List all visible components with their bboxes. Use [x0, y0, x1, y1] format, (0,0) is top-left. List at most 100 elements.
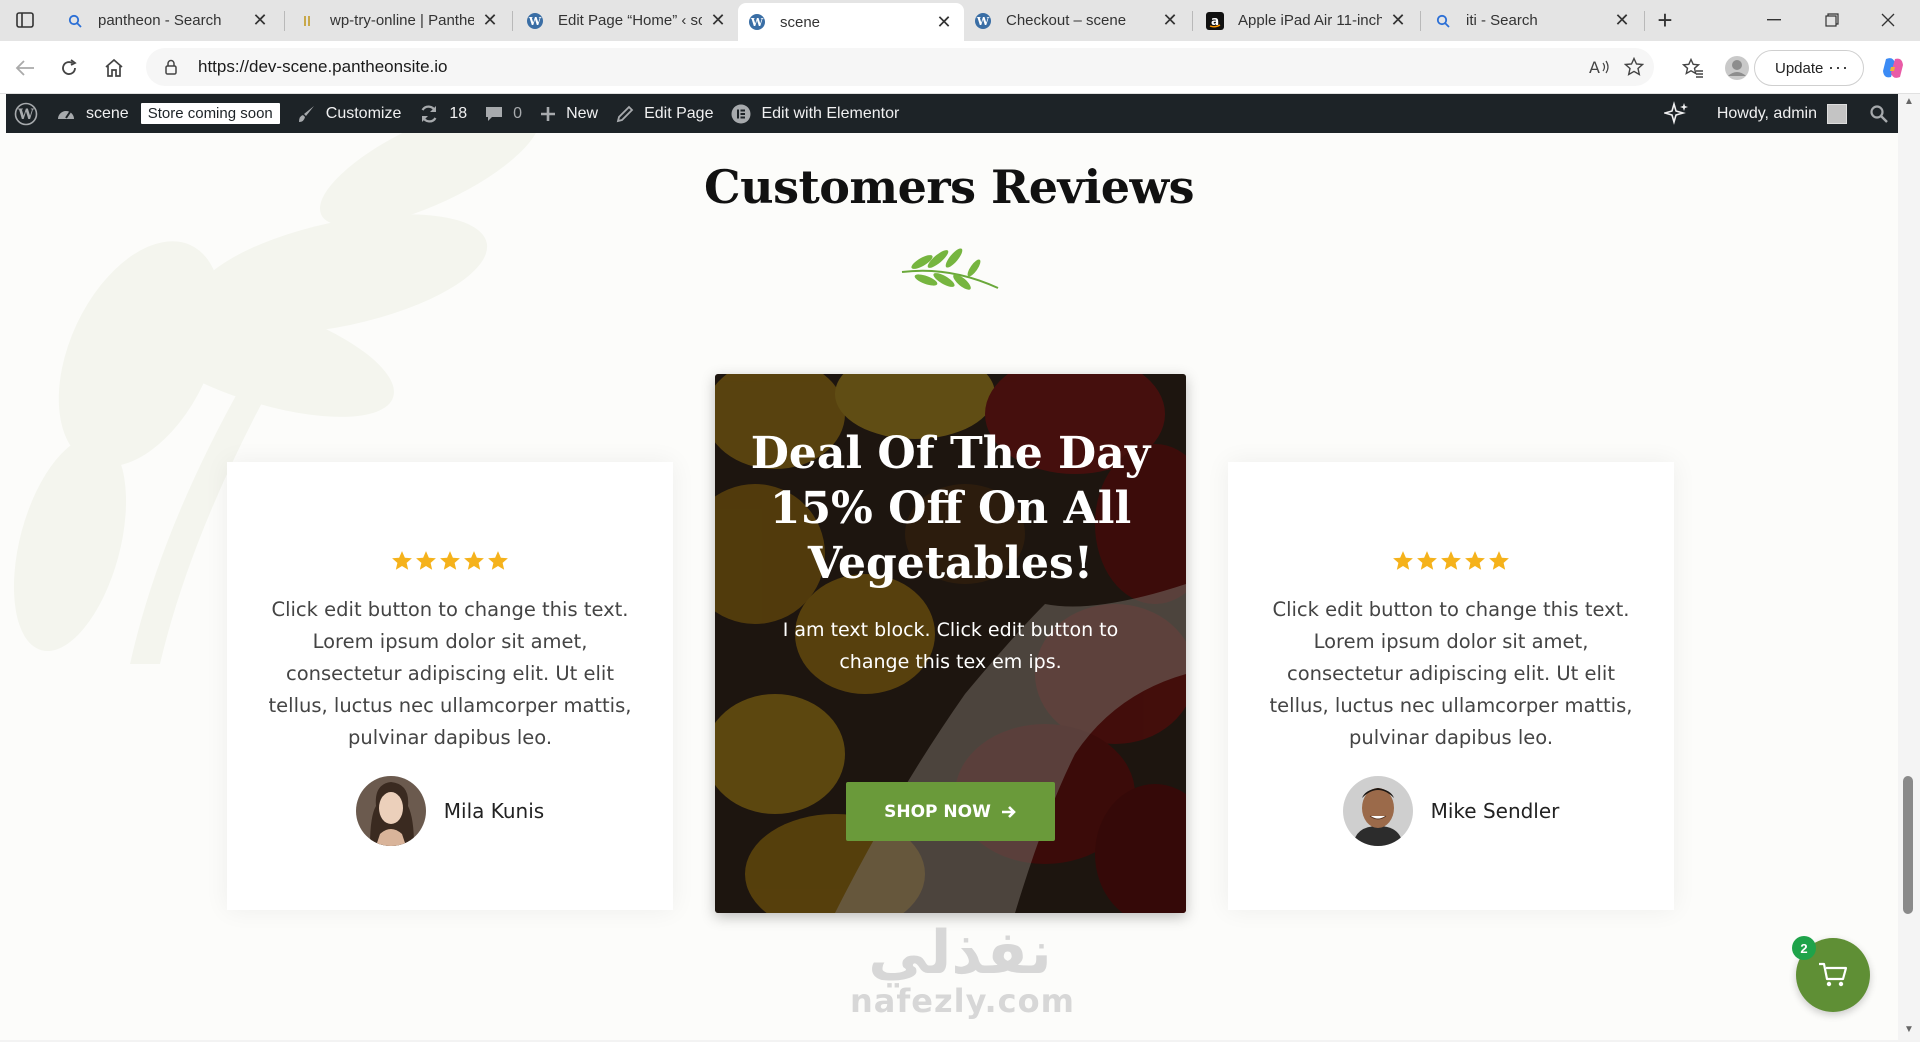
amazon-icon: a — [1206, 11, 1224, 30]
edit-with-elementor-link[interactable]: Edit with Elementor — [722, 94, 908, 133]
wordpress-icon: W — [748, 13, 766, 31]
admin-bar-right: Howdy, admin — [1655, 94, 1898, 133]
star-icon — [1441, 551, 1461, 570]
close-icon[interactable]: ✕ — [1388, 10, 1408, 31]
edit-page-label: Edit Page — [644, 104, 714, 122]
shop-now-button[interactable]: SHOP NOW — [846, 782, 1055, 841]
back-button[interactable] — [8, 51, 42, 85]
star-icon — [1465, 551, 1485, 570]
watermark-arabic: نفذلي — [868, 918, 1052, 988]
reviewer-name: Mike Sendler — [1430, 799, 1560, 823]
tab-edit-page-home[interactable]: W Edit Page “Home” ‹ sce ✕ — [516, 4, 738, 37]
dashboard-gauge-icon — [56, 105, 76, 123]
close-icon[interactable]: ✕ — [1160, 10, 1180, 31]
ai-sparkle-icon[interactable] — [1655, 94, 1708, 133]
close-window-button[interactable] — [1864, 6, 1912, 34]
svg-text:W: W — [528, 15, 542, 28]
favorite-star-icon[interactable] — [1620, 53, 1648, 81]
scroll-up-arrow-icon[interactable]: ▲ — [1902, 96, 1916, 108]
tab-separator — [1644, 11, 1645, 31]
more-options-icon[interactable]: ··· — [1828, 57, 1849, 78]
howdy-label: Howdy, admin — [1716, 104, 1817, 122]
update-label: Update — [1775, 59, 1824, 77]
star-rating — [1228, 550, 1674, 572]
my-account-menu[interactable]: Howdy, admin — [1708, 94, 1856, 133]
tab-strip: pantheon - Search ✕ wp-try-online | Pant… — [0, 0, 1920, 41]
admin-search-icon[interactable] — [1856, 94, 1898, 133]
tab-actions-icon[interactable] — [10, 7, 40, 33]
star-icon — [464, 551, 484, 570]
tab-title: Apple iPad Air 11-inch — [1238, 12, 1382, 29]
url-text[interactable]: https://dev-scene.pantheonsite.io — [198, 57, 448, 77]
tab-scene[interactable]: W scene ✕ — [738, 3, 964, 41]
edit-page-link[interactable]: Edit Page — [607, 94, 722, 133]
store-coming-soon-badge[interactable]: Store coming soon — [140, 103, 280, 124]
svg-text:W: W — [750, 16, 764, 29]
tab-separator — [512, 11, 513, 31]
reviewer-avatar — [1342, 776, 1413, 846]
tab-wp-try-online[interactable]: wp-try-online | Panthe ✕ — [288, 4, 510, 37]
pantheon-icon — [298, 12, 316, 30]
new-label: New — [566, 104, 599, 122]
comment-bubble-icon — [485, 105, 503, 123]
reviewer-avatar — [355, 776, 426, 846]
updates-link[interactable]: 18 — [410, 94, 476, 133]
update-button[interactable]: Update ··· — [1754, 50, 1864, 86]
scrollbar-thumb[interactable] — [1903, 776, 1913, 914]
read-aloud-icon[interactable]: A — [1586, 53, 1614, 81]
tab-checkout-scene[interactable]: W Checkout – scene ✕ — [964, 4, 1190, 37]
leaf-divider-icon — [901, 248, 999, 290]
svg-text:W: W — [17, 107, 34, 123]
browser-toolbar: https://dev-scene.pantheonsite.io A Upda… — [0, 41, 1920, 94]
star-icon — [488, 551, 508, 570]
wordpress-icon: W — [974, 12, 992, 30]
wp-admin-bar: W scene Store coming soon Customize 18 0… — [6, 94, 1898, 133]
reload-button[interactable] — [52, 51, 86, 85]
lock-icon[interactable] — [160, 59, 182, 75]
close-icon[interactable]: ✕ — [708, 10, 728, 31]
tab-title: iti - Search — [1466, 12, 1538, 29]
search-icon — [1434, 12, 1452, 30]
tab-iti-search[interactable]: iti - Search ✕ — [1424, 4, 1642, 37]
customize-link[interactable]: Customize — [289, 94, 411, 133]
wp-logo-icon[interactable]: W — [6, 94, 47, 133]
site-name-menu[interactable]: scene Store coming soon — [47, 94, 289, 133]
tab-title: Edit Page “Home” ‹ sce — [558, 12, 702, 29]
page-scrollbar[interactable]: ▲ ▼ — [1898, 94, 1920, 1040]
close-icon[interactable]: ✕ — [934, 12, 954, 32]
review-text: Click edit button to change this text. L… — [268, 598, 632, 749]
minimize-button[interactable] — [1750, 6, 1798, 34]
restore-button[interactable] — [1808, 6, 1856, 34]
plus-icon — [540, 106, 556, 122]
comments-link[interactable]: 0 — [476, 94, 531, 133]
wordpress-icon: W — [526, 12, 544, 30]
tab-title: wp-try-online | Panthe — [330, 12, 474, 29]
close-icon[interactable]: ✕ — [1612, 10, 1632, 31]
star-icon — [440, 551, 460, 570]
review-text: Click edit button to change this text. L… — [1269, 598, 1633, 749]
profile-avatar-icon[interactable] — [1720, 51, 1754, 85]
new-content-link[interactable]: New — [531, 94, 607, 133]
review-card: Click edit button to change this text. L… — [1228, 462, 1674, 910]
copilot-icon[interactable] — [1876, 51, 1910, 85]
tab-title: scene — [780, 13, 821, 31]
admin-avatar — [1827, 103, 1847, 124]
search-icon — [66, 12, 84, 30]
new-tab-button[interactable]: + — [1650, 5, 1680, 35]
reviewer: Mike Sendler — [1228, 776, 1674, 846]
edit-with-elementor-label: Edit with Elementor — [761, 104, 900, 122]
home-button[interactable] — [97, 51, 131, 85]
close-icon[interactable]: ✕ — [480, 10, 500, 31]
star-icon — [416, 551, 436, 570]
star-icon — [1417, 551, 1437, 570]
page-viewport: W scene Store coming soon Customize 18 0… — [0, 94, 1898, 1040]
tab-pantheon-search[interactable]: pantheon - Search ✕ — [56, 4, 280, 37]
site-name: scene — [86, 104, 129, 122]
favorites-icon[interactable] — [1676, 51, 1710, 85]
address-bar[interactable]: https://dev-scene.pantheonsite.io A — [146, 48, 1654, 86]
paintbrush-icon — [298, 105, 316, 123]
tab-apple-ipad[interactable]: a Apple iPad Air 11-inch ✕ — [1196, 4, 1418, 37]
reviewer: Mila Kunis — [227, 776, 673, 846]
scroll-down-arrow-icon[interactable]: ▼ — [1902, 1024, 1916, 1036]
close-icon[interactable]: ✕ — [250, 10, 270, 31]
